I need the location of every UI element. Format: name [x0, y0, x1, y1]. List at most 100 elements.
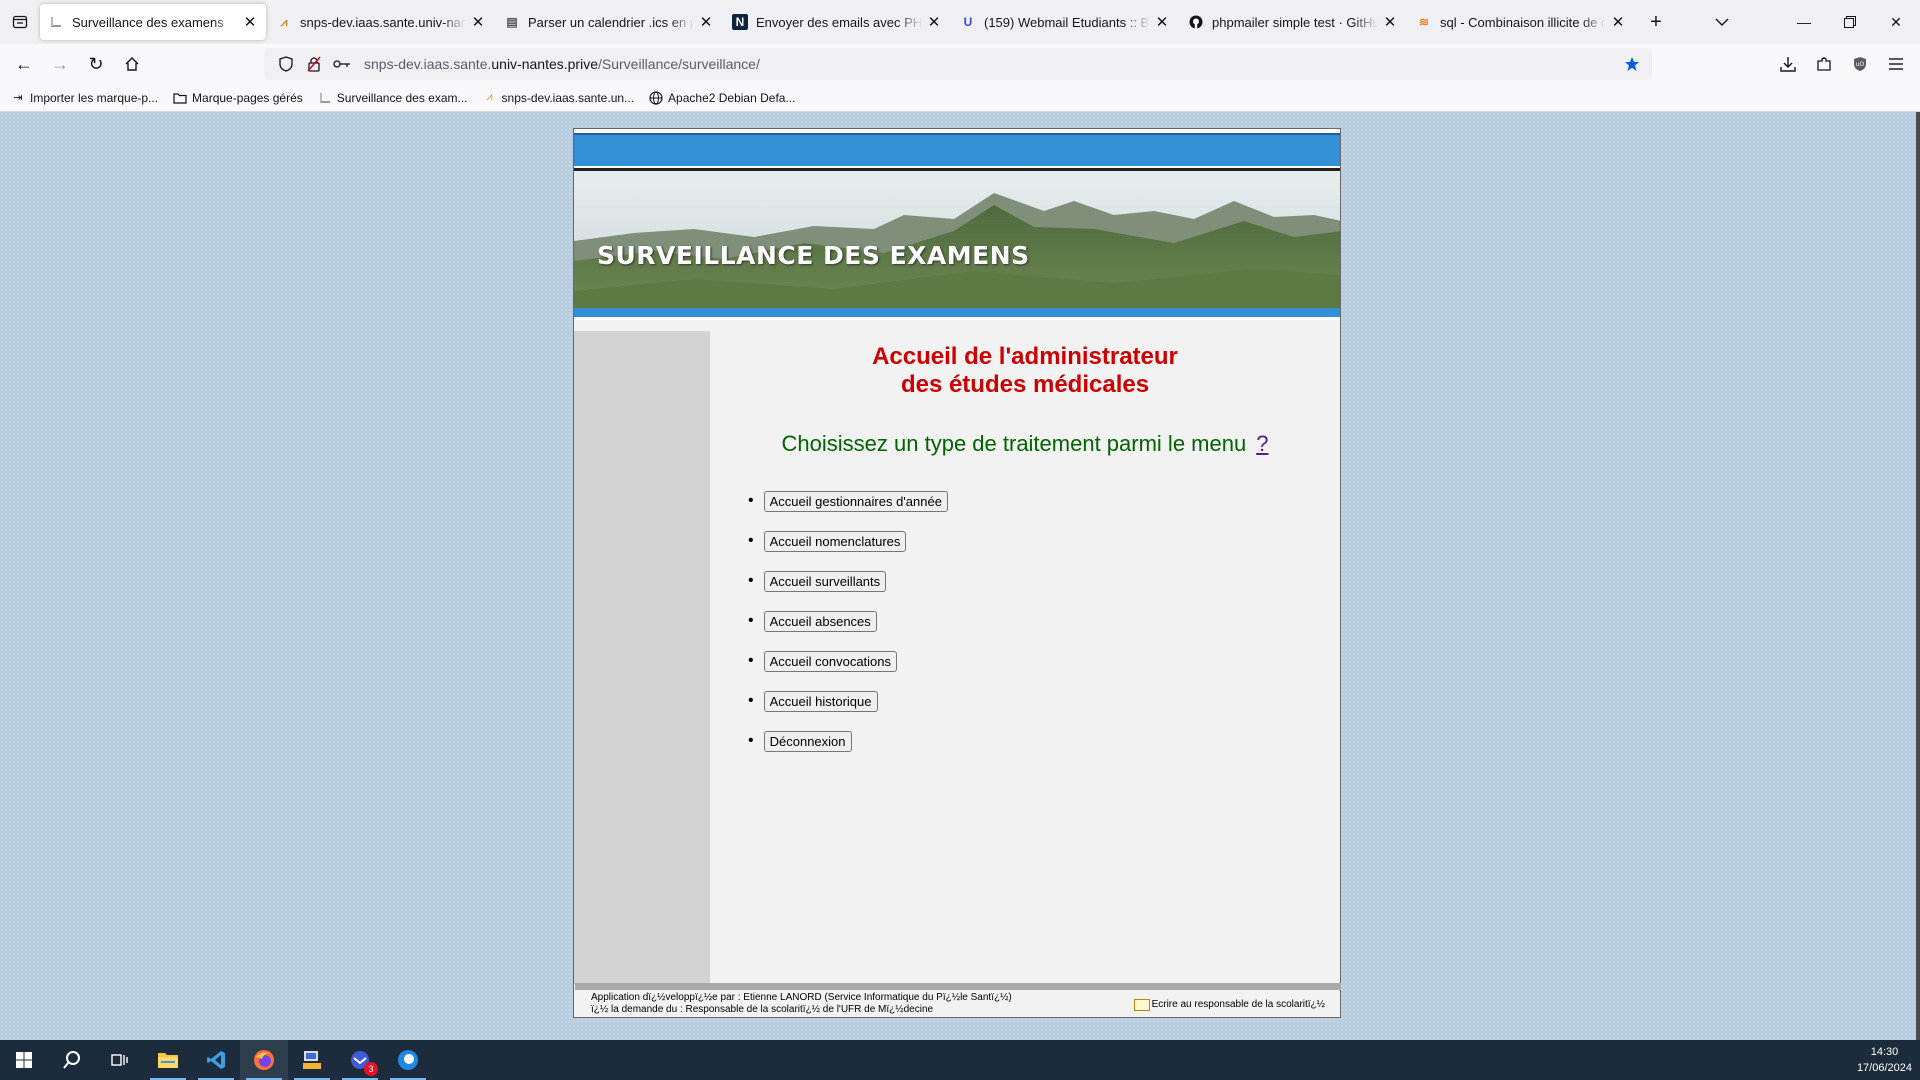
arrow-right-icon: → [51, 53, 69, 74]
tab-parser-ics[interactable]: ▤ Parser un calendrier .ics en php ✕ [496, 4, 722, 40]
historique-button[interactable]: Accueil historique [763, 690, 878, 712]
contact-link[interactable]: Ecrire au responsable de la scolaritï¿½ [1133, 999, 1325, 1011]
download-icon [1780, 57, 1796, 72]
close-icon[interactable]: ✕ [470, 14, 486, 31]
close-icon[interactable]: ✕ [242, 14, 258, 31]
gestionnaires-button[interactable]: Accueil gestionnaires d'année [763, 490, 948, 512]
chevron-down-icon [1715, 18, 1729, 26]
file-explorer-button[interactable] [144, 1040, 192, 1080]
tab-surveillance[interactable]: Surveillance des examens ✕ [40, 4, 266, 40]
list-all-tabs-button[interactable] [1706, 8, 1738, 36]
page-icon [48, 14, 64, 30]
bookmark-import[interactable]: ⇥ Importer les marque-p... [10, 90, 158, 106]
menu-item: Accueil absences [748, 601, 948, 641]
svg-text:uO: uO [1856, 61, 1865, 68]
close-icon[interactable]: ✕ [1610, 14, 1626, 31]
search-icon [63, 1051, 80, 1069]
subtitle-text: Choisissez un type de traitement parmi l… [781, 431, 1247, 456]
tab-snps[interactable]: ⩘ snps-dev.iaas.sante.univ-nantes ✕ [268, 4, 494, 40]
sante-icon: ⩘ [486, 91, 493, 103]
bookmark-snps[interactable]: ⩘ snps-dev.iaas.sante.un... [482, 90, 635, 106]
url-bar[interactable]: snps-dev.iaas.sante.univ-nantes.prive/Su… [264, 48, 1652, 80]
downloads-button[interactable] [1772, 48, 1804, 80]
restore-button[interactable] [1827, 0, 1873, 44]
nomenclatures-button[interactable]: Accueil nomenclatures [763, 530, 907, 552]
mountain-banner: SURVEILLANCE DES EXAMENS [574, 168, 1340, 308]
close-window-button[interactable]: ✕ [1873, 0, 1919, 44]
new-tab-button[interactable]: + [1640, 6, 1672, 38]
firefox-view-button[interactable] [0, 0, 40, 44]
tab-title: Surveillance des examens [72, 14, 224, 30]
arrow-left-icon: ← [15, 53, 33, 74]
globe-icon [648, 90, 664, 106]
task-view-button[interactable] [96, 1040, 144, 1080]
search-button[interactable] [48, 1040, 96, 1080]
absences-button[interactable]: Accueil absences [763, 610, 877, 632]
start-button[interactable] [0, 1040, 48, 1080]
url-domain: univ-nantes.prive [491, 56, 598, 72]
back-button[interactable]: ← [8, 48, 40, 80]
convocations-button[interactable]: Accueil convocations [763, 650, 898, 672]
bookmarks-toolbar: ⇥ Importer les marque-p... Marque-pages g… [0, 84, 1920, 112]
bookmark-managed-folder[interactable]: Marque-pages gérés [172, 90, 303, 106]
system-clock[interactable]: 14:30 17/06/2024 [1857, 1044, 1912, 1076]
network-app-button[interactable] [288, 1040, 336, 1080]
plus-icon: + [1650, 10, 1662, 33]
thunderbird-button[interactable]: 3 [336, 1040, 384, 1080]
chat-app-button[interactable] [384, 1040, 432, 1080]
folder-icon [158, 1053, 178, 1068]
page-title: Accueil de l'administrateur des études m… [710, 343, 1340, 399]
hamburger-icon [1889, 58, 1903, 70]
shield-icon[interactable] [274, 52, 298, 76]
close-icon[interactable]: ✕ [926, 14, 942, 31]
key-icon[interactable] [330, 52, 354, 76]
network-icon [303, 1051, 321, 1069]
forward-button[interactable]: → [44, 48, 76, 80]
vscode-button[interactable] [192, 1040, 240, 1080]
ublock-button[interactable]: uO [1844, 48, 1876, 80]
n-icon: N [732, 14, 748, 30]
tab-title: Envoyer des emails avec PHPMailer [756, 14, 922, 30]
tab-github[interactable]: phpmailer simple test · GitHub ✕ [1180, 4, 1406, 40]
php-icon: ▤ [506, 15, 518, 29]
menu-button[interactable] [1880, 48, 1912, 80]
help-link[interactable]: ? [1256, 431, 1268, 456]
tab-phpmailer[interactable]: N Envoyer des emails avec PHPMailer ✕ [724, 4, 950, 40]
menu-item: Déconnexion [748, 721, 948, 761]
logout-button[interactable]: Déconnexion [763, 730, 852, 752]
bookmark-label: snps-dev.iaas.sante.un... [501, 90, 635, 105]
banner-blue-bar [574, 308, 1340, 320]
url-text: snps-dev.iaas.sante.univ-nantes.prive/Su… [364, 56, 760, 72]
close-icon[interactable]: ✕ [698, 14, 714, 31]
page-icon [317, 90, 333, 106]
github-icon [1188, 14, 1204, 30]
bookmark-star-icon[interactable] [1620, 52, 1644, 76]
menu-item: Accueil historique [748, 681, 948, 721]
page-subtitle: Choisissez un type de traitement parmi l… [710, 431, 1340, 457]
minimize-button[interactable]: — [1781, 0, 1827, 44]
reload-button[interactable]: ↻ [80, 48, 112, 80]
home-button[interactable] [116, 48, 148, 80]
bookmark-surveillance[interactable]: Surveillance des exam... [317, 90, 468, 106]
banner-title: SURVEILLANCE DES EXAMENS [597, 241, 1030, 270]
import-icon: ⇥ [13, 92, 23, 104]
close-icon[interactable]: ✕ [1382, 14, 1398, 31]
stackoverflow-icon: ≋ [1418, 15, 1430, 29]
clock-time: 14:30 [1870, 1046, 1899, 1058]
firefox-button[interactable] [240, 1040, 288, 1080]
insecure-lock-icon[interactable] [302, 52, 326, 76]
sante-icon: ⩘ [280, 14, 288, 29]
surveillants-button[interactable]: Accueil surveillants [763, 570, 887, 592]
tab-webmail[interactable]: U (159) Webmail Etudiants :: Boîte ✕ [952, 4, 1178, 40]
firefox-icon [254, 1050, 274, 1070]
page-scrollbar[interactable] [1916, 112, 1920, 1040]
extensions-button[interactable] [1808, 48, 1840, 80]
tab-title: snps-dev.iaas.sante.univ-nantes [300, 14, 466, 30]
reload-icon: ↻ [88, 53, 104, 74]
menu-item: Accueil surveillants [748, 561, 948, 601]
tab-sql[interactable]: ≋ sql - Combinaison illicite de col ✕ [1408, 4, 1634, 40]
close-icon[interactable]: ✕ [1154, 14, 1170, 31]
header-blue-bar [574, 135, 1340, 168]
tab-title: sql - Combinaison illicite de col [1440, 14, 1606, 30]
bookmark-apache[interactable]: Apache2 Debian Defa... [648, 90, 795, 106]
